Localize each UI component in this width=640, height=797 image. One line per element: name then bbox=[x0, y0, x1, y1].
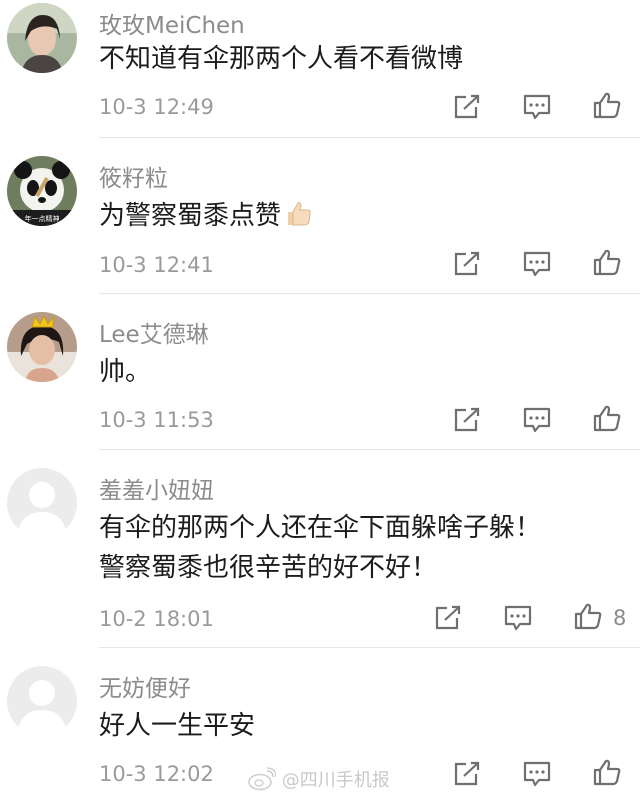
avatar[interactable] bbox=[7, 312, 77, 382]
timestamp: 10-3 12:49 bbox=[99, 95, 214, 119]
share-icon[interactable] bbox=[452, 93, 482, 121]
like-icon[interactable] bbox=[573, 602, 603, 630]
like-icon[interactable] bbox=[592, 91, 622, 119]
comment-icon[interactable] bbox=[522, 406, 552, 434]
like-icon[interactable] bbox=[592, 404, 622, 432]
share-icon[interactable] bbox=[452, 760, 482, 788]
like-count: 8 bbox=[613, 606, 627, 630]
timestamp: 10-3 12:02 bbox=[99, 762, 214, 786]
timestamp: 10-2 18:01 bbox=[99, 607, 214, 631]
watermark-text: @四川手机报 bbox=[281, 770, 390, 791]
comment-text: 为警察蜀黍点赞 bbox=[99, 196, 622, 240]
username[interactable]: 筱籽粒 bbox=[99, 159, 168, 193]
comment-item: 年一点精神 筱籽粒 为警察蜀黍点赞 10-3 12:41 bbox=[0, 138, 640, 294]
username[interactable]: 羞羞小妞妞 bbox=[99, 471, 214, 505]
comment-icon[interactable] bbox=[522, 93, 552, 121]
thumbs-up-emoji bbox=[283, 198, 313, 240]
share-icon[interactable] bbox=[433, 604, 463, 632]
comment-item: Lee艾德琳 帅。 10-3 11:53 bbox=[0, 294, 640, 450]
comment-icon[interactable] bbox=[522, 250, 552, 278]
avatar[interactable]: 年一点精神 bbox=[7, 156, 77, 226]
avatar[interactable] bbox=[7, 3, 77, 73]
avatar[interactable] bbox=[7, 468, 77, 538]
timestamp: 10-3 12:41 bbox=[99, 253, 214, 277]
timestamp: 10-3 11:53 bbox=[99, 408, 214, 432]
comment-icon[interactable] bbox=[522, 760, 552, 788]
watermark: @四川手机报 bbox=[248, 766, 390, 792]
like-icon[interactable] bbox=[592, 758, 622, 786]
comment-text: 不知道有伞那两个人看不看微博 bbox=[99, 44, 464, 74]
comment-item: 玫玫MeiChen 不知道有伞那两个人看不看微博 10-3 12:49 bbox=[0, 0, 640, 138]
like-icon[interactable] bbox=[592, 248, 622, 276]
username[interactable]: 玫玫MeiChen bbox=[99, 6, 245, 40]
avatar[interactable] bbox=[7, 666, 77, 736]
weibo-logo-icon bbox=[248, 767, 277, 791]
comment-text: 有伞的那两个人还在伞下面躲啥子躲！ 警察蜀黍也很辛苦的好不好！ bbox=[99, 513, 542, 583]
avatar-caption: 年一点精神 bbox=[25, 214, 60, 223]
comment-text-content: 为警察蜀黍点赞 bbox=[99, 201, 282, 231]
comment-text: 好人一生平安 bbox=[99, 711, 256, 741]
username[interactable]: Lee艾德琳 bbox=[99, 315, 209, 349]
comment-icon[interactable] bbox=[503, 604, 533, 632]
comment-text: 帅。 bbox=[99, 357, 152, 387]
share-icon[interactable] bbox=[452, 250, 482, 278]
share-icon[interactable] bbox=[452, 406, 482, 434]
username[interactable]: 无妨便好 bbox=[99, 669, 191, 703]
comment-item: 羞羞小妞妞 有伞的那两个人还在伞下面躲啥子躲！ 警察蜀黍也很辛苦的好不好！ 10… bbox=[0, 450, 640, 648]
